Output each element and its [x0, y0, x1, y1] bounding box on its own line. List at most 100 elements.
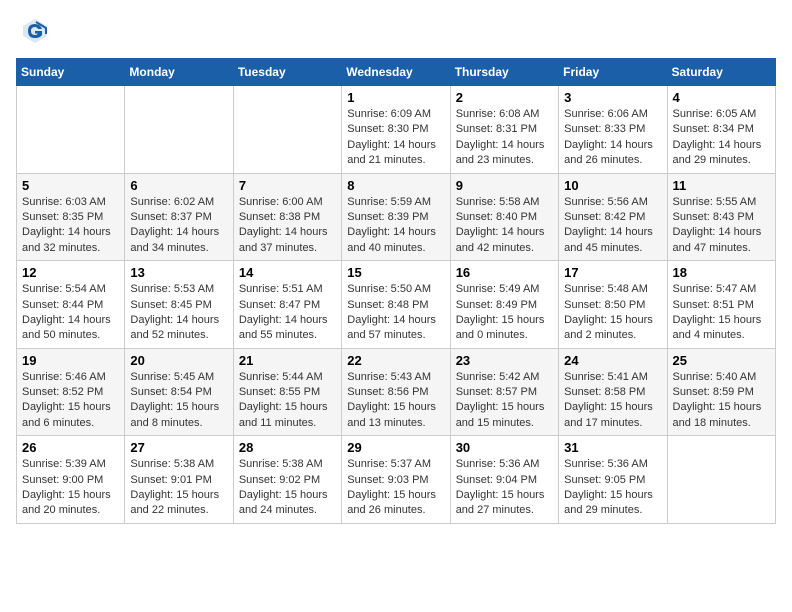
day-number-21: 21: [239, 353, 336, 368]
daylight-26: Daylight: 15 hours and 20 minutes.: [22, 489, 111, 516]
daylight-6: Daylight: 14 hours and 34 minutes.: [130, 226, 219, 253]
day-cell-5: 5Sunrise: 6:03 AMSunset: 8:35 PMDaylight…: [17, 173, 125, 261]
day-cell-3: 3 Sunrise: 6:06 AMSunset: 8:33 PMDaylight…: [559, 86, 667, 174]
daylight-21: Daylight: 15 hours and 11 minutes.: [239, 401, 328, 428]
sunset-5: Sunset: 8:35 PM: [22, 211, 103, 223]
weekday-header-row: SundayMondayTuesdayWednesdayThursdayFrid…: [17, 59, 776, 86]
sunset-30: Sunset: 9:04 PM: [456, 474, 537, 486]
day-info-11: Sunrise: 5:55 AMSunset: 8:43 PMDaylight:…: [673, 195, 770, 257]
day-number-6: 6: [130, 178, 227, 193]
daylight-29: Daylight: 15 hours and 26 minutes.: [347, 489, 436, 516]
day-info-3: Sunrise: 6:06 AMSunset: 8:33 PMDaylight:…: [564, 107, 661, 169]
sunset-13: Sunset: 8:45 PM: [130, 299, 211, 311]
sunset-22: Sunset: 8:56 PM: [347, 386, 428, 398]
sunset-3: Sunset: 8:33 PM: [564, 123, 645, 135]
sunset-29: Sunset: 9:03 PM: [347, 474, 428, 486]
day-cell-1: 1Sunrise: 6:09 AMSunset: 8:30 PMDaylight…: [342, 86, 450, 174]
day-cell-17: 17Sunrise: 5:48 AMSunset: 8:50 PMDayligh…: [559, 261, 667, 349]
day-info-6: Sunrise: 6:02 AM Sunset: 8:37 PM Daylight:…: [130, 195, 227, 257]
weekday-header-sunday: Sunday: [17, 59, 125, 86]
sunrise-9: Sunrise: 5:58 AM: [456, 196, 540, 208]
day-info-16: Sunrise: 5:49 AMSunset: 8:49 PMDaylight:…: [456, 282, 553, 344]
day-info-4: Sunrise: 6:05 AMSunset: 8:34 PMDaylight:…: [673, 107, 770, 169]
sunrise-17: Sunrise: 5:48 AM: [564, 283, 648, 295]
day-number-29: 29: [347, 440, 444, 455]
sunset-4: Sunset: 8:34 PM: [673, 123, 754, 135]
sunset-15: Sunset: 8:48 PM: [347, 299, 428, 311]
day-info-9: Sunrise: 5:58 AMSunset: 8:40 PMDaylight:…: [456, 195, 553, 257]
daylight-12: Daylight: 14 hours and 50 minutes.: [22, 314, 111, 341]
day-cell-26: 26Sunrise: 5:39 AMSunset: 9:00 PMDayligh…: [17, 436, 125, 524]
daylight-8: Daylight: 14 hours and 40 minutes.: [347, 226, 436, 253]
sunrise-1: Sunrise: 6:09 AM: [347, 108, 431, 120]
sunrise-20: Sunrise: 5:45 AM: [130, 371, 214, 383]
sunset-20: Sunset: 8:54 PM: [130, 386, 211, 398]
sunset-18: Sunset: 8:51 PM: [673, 299, 754, 311]
day-number-18: 18: [673, 265, 770, 280]
day-info-20: Sunrise: 5:45 AMSunset: 8:54 PMDaylight:…: [130, 370, 227, 432]
sunrise-14: Sunrise: 5:51 AM: [239, 283, 323, 295]
sunrise-21: Sunrise: 5:44 AM: [239, 371, 323, 383]
sunrise-18: Sunrise: 5:47 AM: [673, 283, 757, 295]
daylight-30: Daylight: 15 hours and 27 minutes.: [456, 489, 545, 516]
sunrise-6: Sunrise: 6:02 AM: [130, 196, 214, 208]
sunrise-15: Sunrise: 5:50 AM: [347, 283, 431, 295]
day-info-29: Sunrise: 5:37 AM Sunset: 9:03 PM Daylight:…: [347, 457, 444, 519]
day-cell-16: 16Sunrise: 5:49 AMSunset: 8:49 PMDayligh…: [450, 261, 558, 349]
sunset-6: Sunset: 8:37 PM: [130, 211, 211, 223]
sunset-23: Sunset: 8:57 PM: [456, 386, 537, 398]
weekday-header-saturday: Saturday: [667, 59, 775, 86]
day-info-28: Sunrise: 5:38 AMSunset: 9:02 PMDaylight:…: [239, 457, 336, 519]
day-number-19: 19: [22, 353, 119, 368]
daylight-17: Daylight: 15 hours and 2 minutes.: [564, 314, 653, 341]
sunset-19: Sunset: 8:52 PM: [22, 386, 103, 398]
day-info-25: Sunrise: 5:40 AMSunset: 8:59 PMDaylight:…: [673, 370, 770, 432]
day-info-13: Sunrise: 5:53 AMSunset: 8:45 PMDaylight:…: [130, 282, 227, 344]
day-cell-21: 21Sunrise: 5:44 AMSunset: 8:55 PMDayligh…: [233, 348, 341, 436]
sunrise-28: Sunrise: 5:38 AM: [239, 458, 323, 470]
day-number-30: 30: [456, 440, 553, 455]
day-cell-28: 28Sunrise: 5:38 AMSunset: 9:02 PMDayligh…: [233, 436, 341, 524]
day-cell-6: 6 Sunrise: 6:02 AM Sunset: 8:37 PM Daylight…: [125, 173, 233, 261]
day-number-4: 4: [673, 90, 770, 105]
sunset-8: Sunset: 8:39 PM: [347, 211, 428, 223]
calendar: SundayMondayTuesdayWednesdayThursdayFrid…: [16, 58, 776, 524]
week-row-2: 5Sunrise: 6:03 AMSunset: 8:35 PMDaylight…: [17, 173, 776, 261]
sunset-14: Sunset: 8:47 PM: [239, 299, 320, 311]
day-number-23: 23: [456, 353, 553, 368]
day-number-7: 7: [239, 178, 336, 193]
day-info-5: Sunrise: 6:03 AMSunset: 8:35 PMDaylight:…: [22, 195, 119, 257]
daylight-31: Daylight: 15 hours and 29 minutes.: [564, 489, 653, 516]
day-number-15: 15: [347, 265, 444, 280]
day-cell-14: 14Sunrise: 5:51 AMSunset: 8:47 PMDayligh…: [233, 261, 341, 349]
day-info-2: Sunrise: 6:08 AMSunset: 8:31 PMDaylight:…: [456, 107, 553, 169]
empty-cell-w0-d0: [17, 86, 125, 174]
sunrise-19: Sunrise: 5:46 AM: [22, 371, 106, 383]
sunset-17: Sunset: 8:50 PM: [564, 299, 645, 311]
sunset-24: Sunset: 8:58 PM: [564, 386, 645, 398]
sunrise-12: Sunrise: 5:54 AM: [22, 283, 106, 295]
sunrise-5: Sunrise: 6:03 AM: [22, 196, 106, 208]
day-number-22: 22: [347, 353, 444, 368]
daylight-4: Daylight: 14 hours and 29 minutes.: [673, 139, 762, 166]
sunset-7: Sunset: 8:38 PM: [239, 211, 320, 223]
daylight-10: Daylight: 14 hours and 45 minutes.: [564, 226, 653, 253]
empty-cell-w4-d6: [667, 436, 775, 524]
day-cell-27: 27Sunrise: 5:38 AMSunset: 9:01 PMDayligh…: [125, 436, 233, 524]
day-number-11: 11: [673, 178, 770, 193]
daylight-9: Daylight: 14 hours and 42 minutes.: [456, 226, 545, 253]
weekday-header-monday: Monday: [125, 59, 233, 86]
day-info-10: Sunrise: 5:56 AMSunset: 8:42 PMDaylight:…: [564, 195, 661, 257]
daylight-28: Daylight: 15 hours and 24 minutes.: [239, 489, 328, 516]
sunset-16: Sunset: 8:49 PM: [456, 299, 537, 311]
week-row-1: 1Sunrise: 6:09 AMSunset: 8:30 PMDaylight…: [17, 86, 776, 174]
daylight-7: Daylight: 14 hours and 37 minutes.: [239, 226, 328, 253]
day-number-25: 25: [673, 353, 770, 368]
day-number-8: 8: [347, 178, 444, 193]
daylight-14: Daylight: 14 hours and 55 minutes.: [239, 314, 328, 341]
sunrise-29: Sunrise: 5:37 AM: [347, 458, 431, 470]
day-number-3: 3: [564, 90, 661, 105]
sunrise-2: Sunrise: 6:08 AM: [456, 108, 540, 120]
daylight-11: Daylight: 14 hours and 47 minutes.: [673, 226, 762, 253]
day-number-13: 13: [130, 265, 227, 280]
